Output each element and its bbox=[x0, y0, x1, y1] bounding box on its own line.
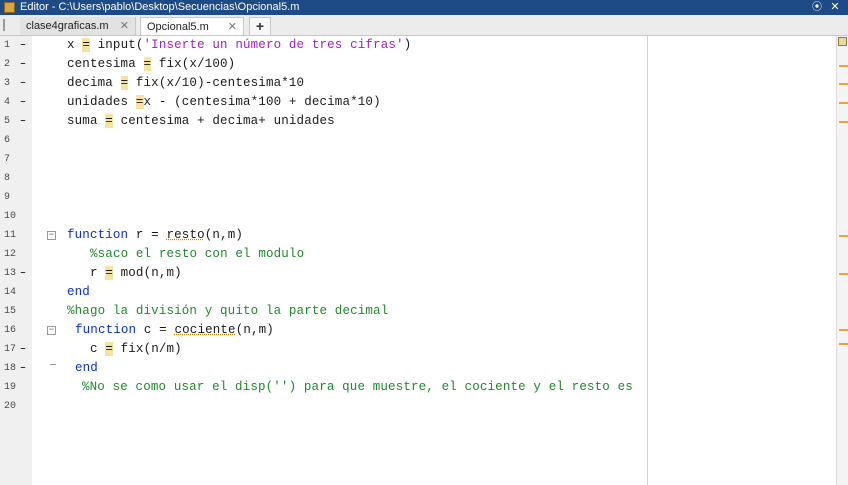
right-text-limit-line bbox=[647, 36, 648, 485]
line-number[interactable]: 19 bbox=[0, 378, 32, 397]
line-number[interactable]: 16 bbox=[0, 321, 32, 340]
code-line-16: function c = cociente(n,m) bbox=[75, 323, 274, 337]
code-line-13: r = mod(n,m) bbox=[90, 266, 182, 280]
title-bar: Editor - C:\Users\pablo\Desktop\Secuenci… bbox=[0, 0, 848, 15]
line-number[interactable]: 14 bbox=[0, 283, 32, 302]
line-number[interactable]: 4– bbox=[0, 93, 32, 112]
line-number[interactable]: 12 bbox=[0, 245, 32, 264]
line-number[interactable]: 17– bbox=[0, 340, 32, 359]
code-line-14: end bbox=[67, 285, 90, 299]
code-line-4: unidades =x - (centesima*100 + decima*10… bbox=[67, 95, 381, 109]
code-line-12: %saco el resto con el modulo bbox=[90, 247, 305, 261]
message-bar[interactable] bbox=[836, 36, 848, 485]
tab-close-icon[interactable]: ✕ bbox=[228, 18, 237, 36]
code-line-11: function r = resto(n,m) bbox=[67, 228, 244, 242]
warning-status-icon[interactable] bbox=[838, 37, 847, 46]
tab-label: clase4graficas.m bbox=[26, 20, 109, 32]
fold-toggle-icon[interactable]: − bbox=[47, 231, 56, 240]
line-number[interactable]: 9 bbox=[0, 188, 32, 207]
line-number[interactable]: 7 bbox=[0, 150, 32, 169]
fold-end-marker bbox=[50, 364, 56, 365]
code-line-5: suma = centesima + decima+ unidades bbox=[67, 114, 335, 128]
line-number[interactable]: 2– bbox=[0, 55, 32, 74]
code-line-19: %No se como usar el disp('') para que mu… bbox=[82, 380, 633, 394]
close-icon[interactable]: ✕ bbox=[828, 0, 842, 15]
line-number[interactable]: 20 bbox=[0, 397, 32, 416]
line-number-gutter: 1– 2– 3– 4– 5– 6 7 8 9 10 11 12 13– 14 1… bbox=[0, 36, 32, 485]
warning-marker[interactable] bbox=[839, 102, 848, 104]
line-number[interactable]: 6 bbox=[0, 131, 32, 150]
warning-marker[interactable] bbox=[839, 343, 848, 345]
line-number[interactable]: 3– bbox=[0, 74, 32, 93]
tab-bar: clase4graficas.m ✕ Opcional5.m ✕ + bbox=[0, 15, 848, 36]
tab-clase4graficas[interactable]: clase4graficas.m ✕ bbox=[20, 17, 136, 35]
line-number[interactable]: 13– bbox=[0, 264, 32, 283]
line-number[interactable]: 15 bbox=[0, 302, 32, 321]
line-number[interactable]: 1– bbox=[0, 36, 32, 55]
window-options-icon[interactable]: ⦿ bbox=[810, 0, 824, 15]
add-tab-button[interactable]: + bbox=[249, 17, 271, 36]
warning-marker[interactable] bbox=[839, 65, 848, 67]
tab-close-icon[interactable]: ✕ bbox=[120, 17, 129, 35]
code-line-2: centesima = fix(x/100) bbox=[67, 57, 236, 71]
code-editor[interactable]: x = input('Inserte un número de tres cif… bbox=[62, 36, 836, 485]
tab-label: Opcional5.m bbox=[147, 21, 209, 33]
code-folding-column: − − bbox=[32, 36, 62, 485]
code-line-1: x = input('Inserte un número de tres cif… bbox=[67, 38, 412, 52]
code-line-17: c = fix(n/m) bbox=[90, 342, 182, 356]
tab-opcional5[interactable]: Opcional5.m ✕ bbox=[140, 17, 244, 35]
line-number[interactable]: 8 bbox=[0, 169, 32, 188]
code-line-3: decima = fix(x/10)-centesima*10 bbox=[67, 76, 305, 90]
line-number[interactable]: 18– bbox=[0, 359, 32, 378]
warning-marker[interactable] bbox=[839, 235, 848, 237]
line-number[interactable]: 11 bbox=[0, 226, 32, 245]
warning-marker[interactable] bbox=[839, 273, 848, 275]
grip-handle[interactable] bbox=[3, 19, 5, 31]
matlab-editor-icon bbox=[4, 2, 15, 13]
warning-marker[interactable] bbox=[839, 83, 848, 85]
warning-marker[interactable] bbox=[839, 329, 848, 331]
code-line-18: end bbox=[75, 361, 98, 375]
code-line-15: %hago la división y quito la parte decim… bbox=[67, 304, 389, 318]
window-title: Editor - C:\Users\pablo\Desktop\Secuenci… bbox=[20, 1, 300, 13]
line-number[interactable]: 5– bbox=[0, 112, 32, 131]
warning-marker[interactable] bbox=[839, 121, 848, 123]
fold-toggle-icon[interactable]: − bbox=[47, 326, 56, 335]
line-number[interactable]: 10 bbox=[0, 207, 32, 226]
